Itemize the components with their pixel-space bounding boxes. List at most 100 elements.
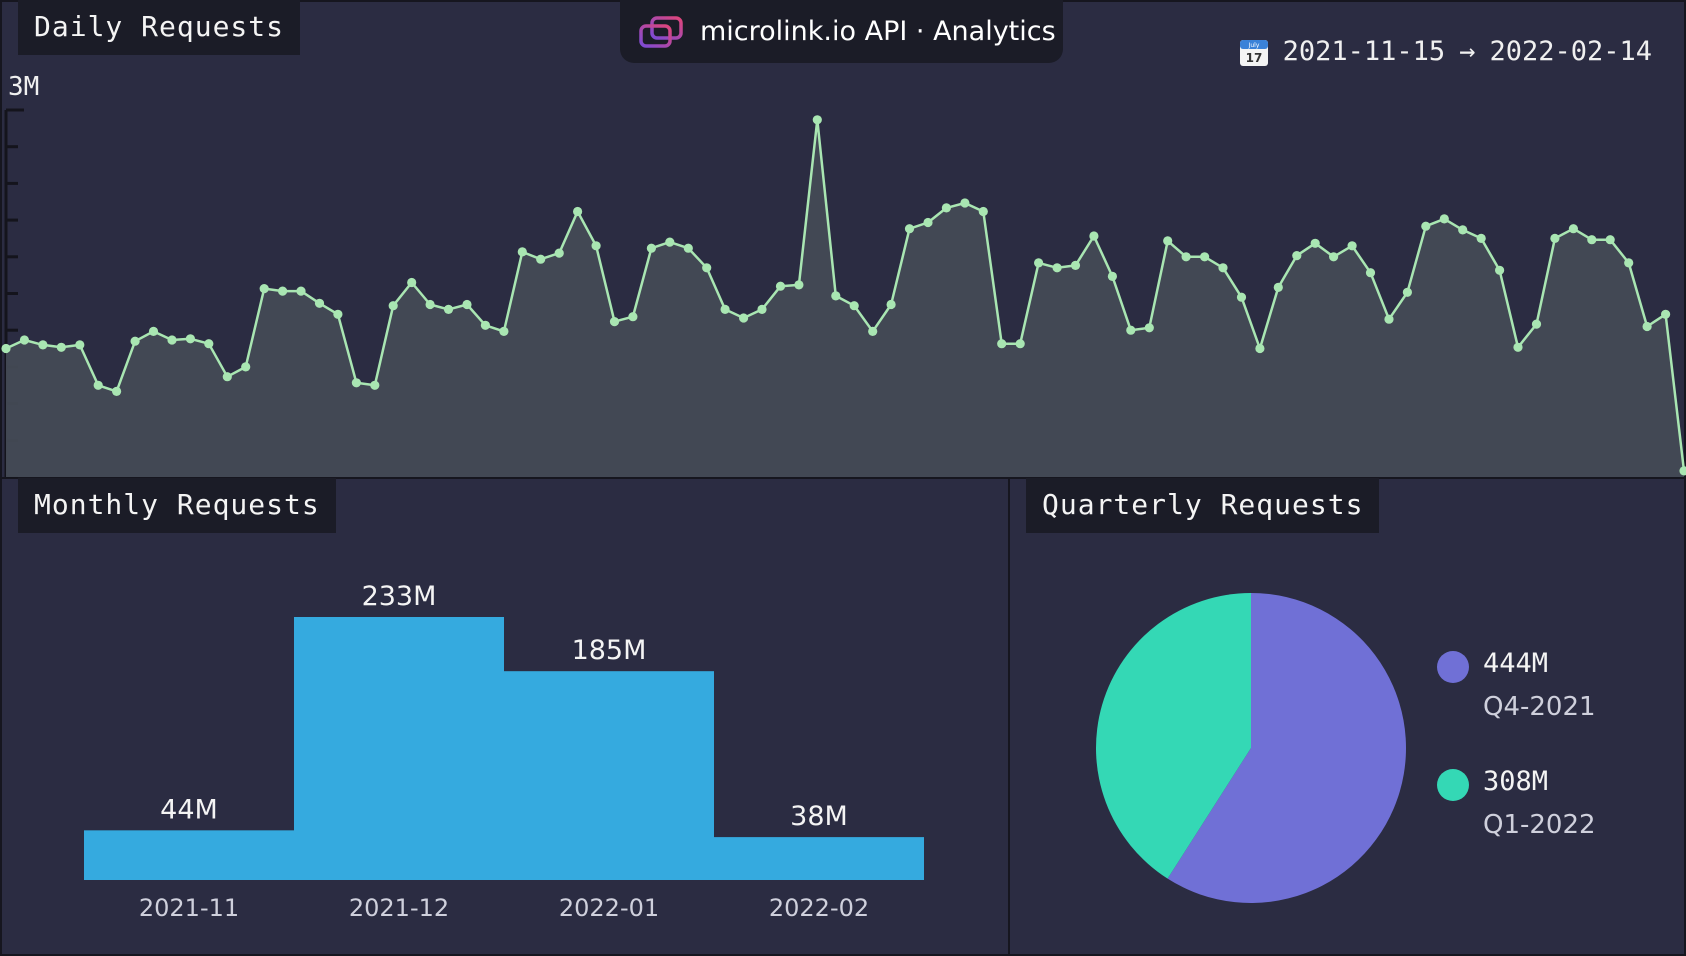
daily-data-point[interactable] — [130, 336, 140, 346]
daily-data-point[interactable] — [997, 339, 1007, 349]
daily-data-point[interactable] — [683, 243, 693, 253]
daily-data-point[interactable] — [702, 263, 712, 273]
daily-data-point[interactable] — [1015, 339, 1025, 349]
daily-data-point[interactable] — [19, 335, 29, 345]
daily-data-point[interactable] — [1310, 238, 1320, 248]
monthly-bar[interactable] — [714, 837, 924, 880]
daily-data-point[interactable] — [554, 248, 564, 258]
daily-data-point[interactable] — [1624, 258, 1634, 268]
daily-data-point[interactable] — [1255, 343, 1265, 354]
daily-data-point[interactable] — [1052, 263, 1062, 273]
daily-data-point[interactable] — [167, 335, 177, 345]
daily-data-point[interactable] — [536, 254, 546, 264]
x-tick-label: 2021-12 — [349, 894, 449, 922]
daily-data-point[interactable] — [1089, 231, 1099, 241]
daily-data-point[interactable] — [1236, 292, 1247, 302]
daily-data-point[interactable] — [628, 312, 638, 322]
daily-data-point[interactable] — [75, 340, 85, 350]
daily-data-point[interactable] — [278, 286, 288, 296]
brand-header[interactable]: microlink.io API · Analytics — [620, 0, 1063, 63]
daily-data-point[interactable] — [425, 299, 435, 310]
daily-data-point[interactable] — [1292, 251, 1302, 261]
daily-data-point[interactable] — [1181, 252, 1191, 262]
daily-data-point[interactable] — [591, 241, 601, 251]
daily-data-point[interactable] — [222, 372, 232, 382]
daily-data-point[interactable] — [1550, 233, 1560, 243]
daily-data-point[interactable] — [775, 281, 786, 291]
daily-data-point[interactable] — [351, 378, 361, 388]
daily-data-point[interactable] — [646, 243, 657, 253]
monthly-bar[interactable] — [504, 671, 714, 880]
daily-data-point[interactable] — [1495, 265, 1505, 275]
daily-data-point[interactable] — [1365, 268, 1376, 278]
daily-data-point[interactable] — [204, 339, 214, 349]
monthly-bar[interactable] — [84, 830, 294, 880]
daily-data-point[interactable] — [1605, 235, 1615, 245]
daily-data-point[interactable] — [443, 304, 454, 314]
daily-data-point[interactable] — [1070, 260, 1081, 270]
daily-data-point[interactable] — [1144, 323, 1154, 333]
monthly-bar[interactable] — [294, 617, 504, 880]
daily-data-point[interactable] — [1661, 309, 1671, 319]
daily-data-point[interactable] — [941, 203, 952, 213]
daily-data-point[interactable] — [1421, 221, 1431, 231]
daily-data-point[interactable] — [296, 286, 306, 296]
daily-data-point[interactable] — [1384, 314, 1394, 324]
daily-data-point[interactable] — [388, 301, 398, 311]
daily-data-point[interactable] — [38, 340, 48, 350]
daily-data-point[interactable] — [314, 298, 325, 308]
daily-data-point[interactable] — [739, 313, 749, 323]
daily-data-point[interactable] — [849, 301, 859, 311]
daily-data-point[interactable] — [1200, 252, 1210, 262]
daily-data-point[interactable] — [112, 386, 122, 396]
daily-data-point[interactable] — [978, 206, 988, 217]
daily-data-point[interactable] — [1107, 271, 1117, 281]
daily-data-point[interactable] — [1347, 241, 1357, 251]
daily-data-point[interactable] — [56, 342, 66, 352]
daily-data-point[interactable] — [886, 299, 896, 310]
daily-area — [6, 119, 1684, 478]
daily-data-point[interactable] — [1402, 287, 1412, 297]
daily-data-point[interactable] — [93, 380, 103, 390]
daily-data-point[interactable] — [923, 217, 933, 228]
daily-data-point[interactable] — [904, 224, 915, 234]
daily-data-point[interactable] — [185, 334, 195, 344]
daily-data-point[interactable] — [812, 115, 822, 125]
daily-data-point[interactable] — [499, 326, 509, 336]
daily-data-point[interactable] — [960, 198, 970, 208]
daily-data-point[interactable] — [1587, 235, 1597, 245]
daily-data-point[interactable] — [794, 280, 804, 290]
daily-data-point[interactable] — [868, 326, 878, 336]
daily-data-point[interactable] — [517, 247, 527, 257]
daily-data-point[interactable] — [1513, 342, 1523, 352]
daily-data-point[interactable] — [1034, 258, 1044, 268]
daily-data-point[interactable] — [1531, 319, 1542, 329]
daily-data-point[interactable] — [609, 317, 620, 327]
daily-data-point[interactable] — [757, 304, 767, 314]
daily-data-point[interactable] — [1642, 321, 1652, 332]
daily-data-point[interactable] — [462, 299, 472, 310]
daily-data-point[interactable] — [665, 237, 675, 247]
daily-data-point[interactable] — [480, 320, 490, 330]
daily-data-point[interactable] — [1218, 263, 1228, 273]
daily-data-point[interactable] — [1273, 282, 1283, 292]
daily-data-point[interactable] — [1329, 252, 1339, 262]
svg-text:17: 17 — [1245, 51, 1262, 65]
daily-data-point[interactable] — [1, 343, 11, 354]
daily-data-point[interactable] — [1568, 224, 1578, 234]
daily-data-point[interactable] — [1458, 225, 1468, 235]
daily-data-point[interactable] — [831, 291, 841, 301]
daily-data-point[interactable] — [1163, 236, 1173, 246]
daily-data-point[interactable] — [333, 309, 343, 319]
daily-data-point[interactable] — [241, 362, 251, 372]
daily-data-point[interactable] — [148, 326, 159, 336]
daily-data-point[interactable] — [720, 304, 730, 314]
daily-data-point[interactable] — [573, 206, 583, 217]
daily-data-point[interactable] — [407, 277, 417, 288]
daily-data-point[interactable] — [1439, 214, 1449, 224]
daily-data-point[interactable] — [259, 284, 269, 294]
date-range: July 17 2021-11-15 → 2022-02-14 — [1239, 36, 1652, 67]
daily-data-point[interactable] — [1126, 325, 1136, 335]
daily-data-point[interactable] — [370, 380, 380, 390]
daily-data-point[interactable] — [1476, 233, 1486, 243]
